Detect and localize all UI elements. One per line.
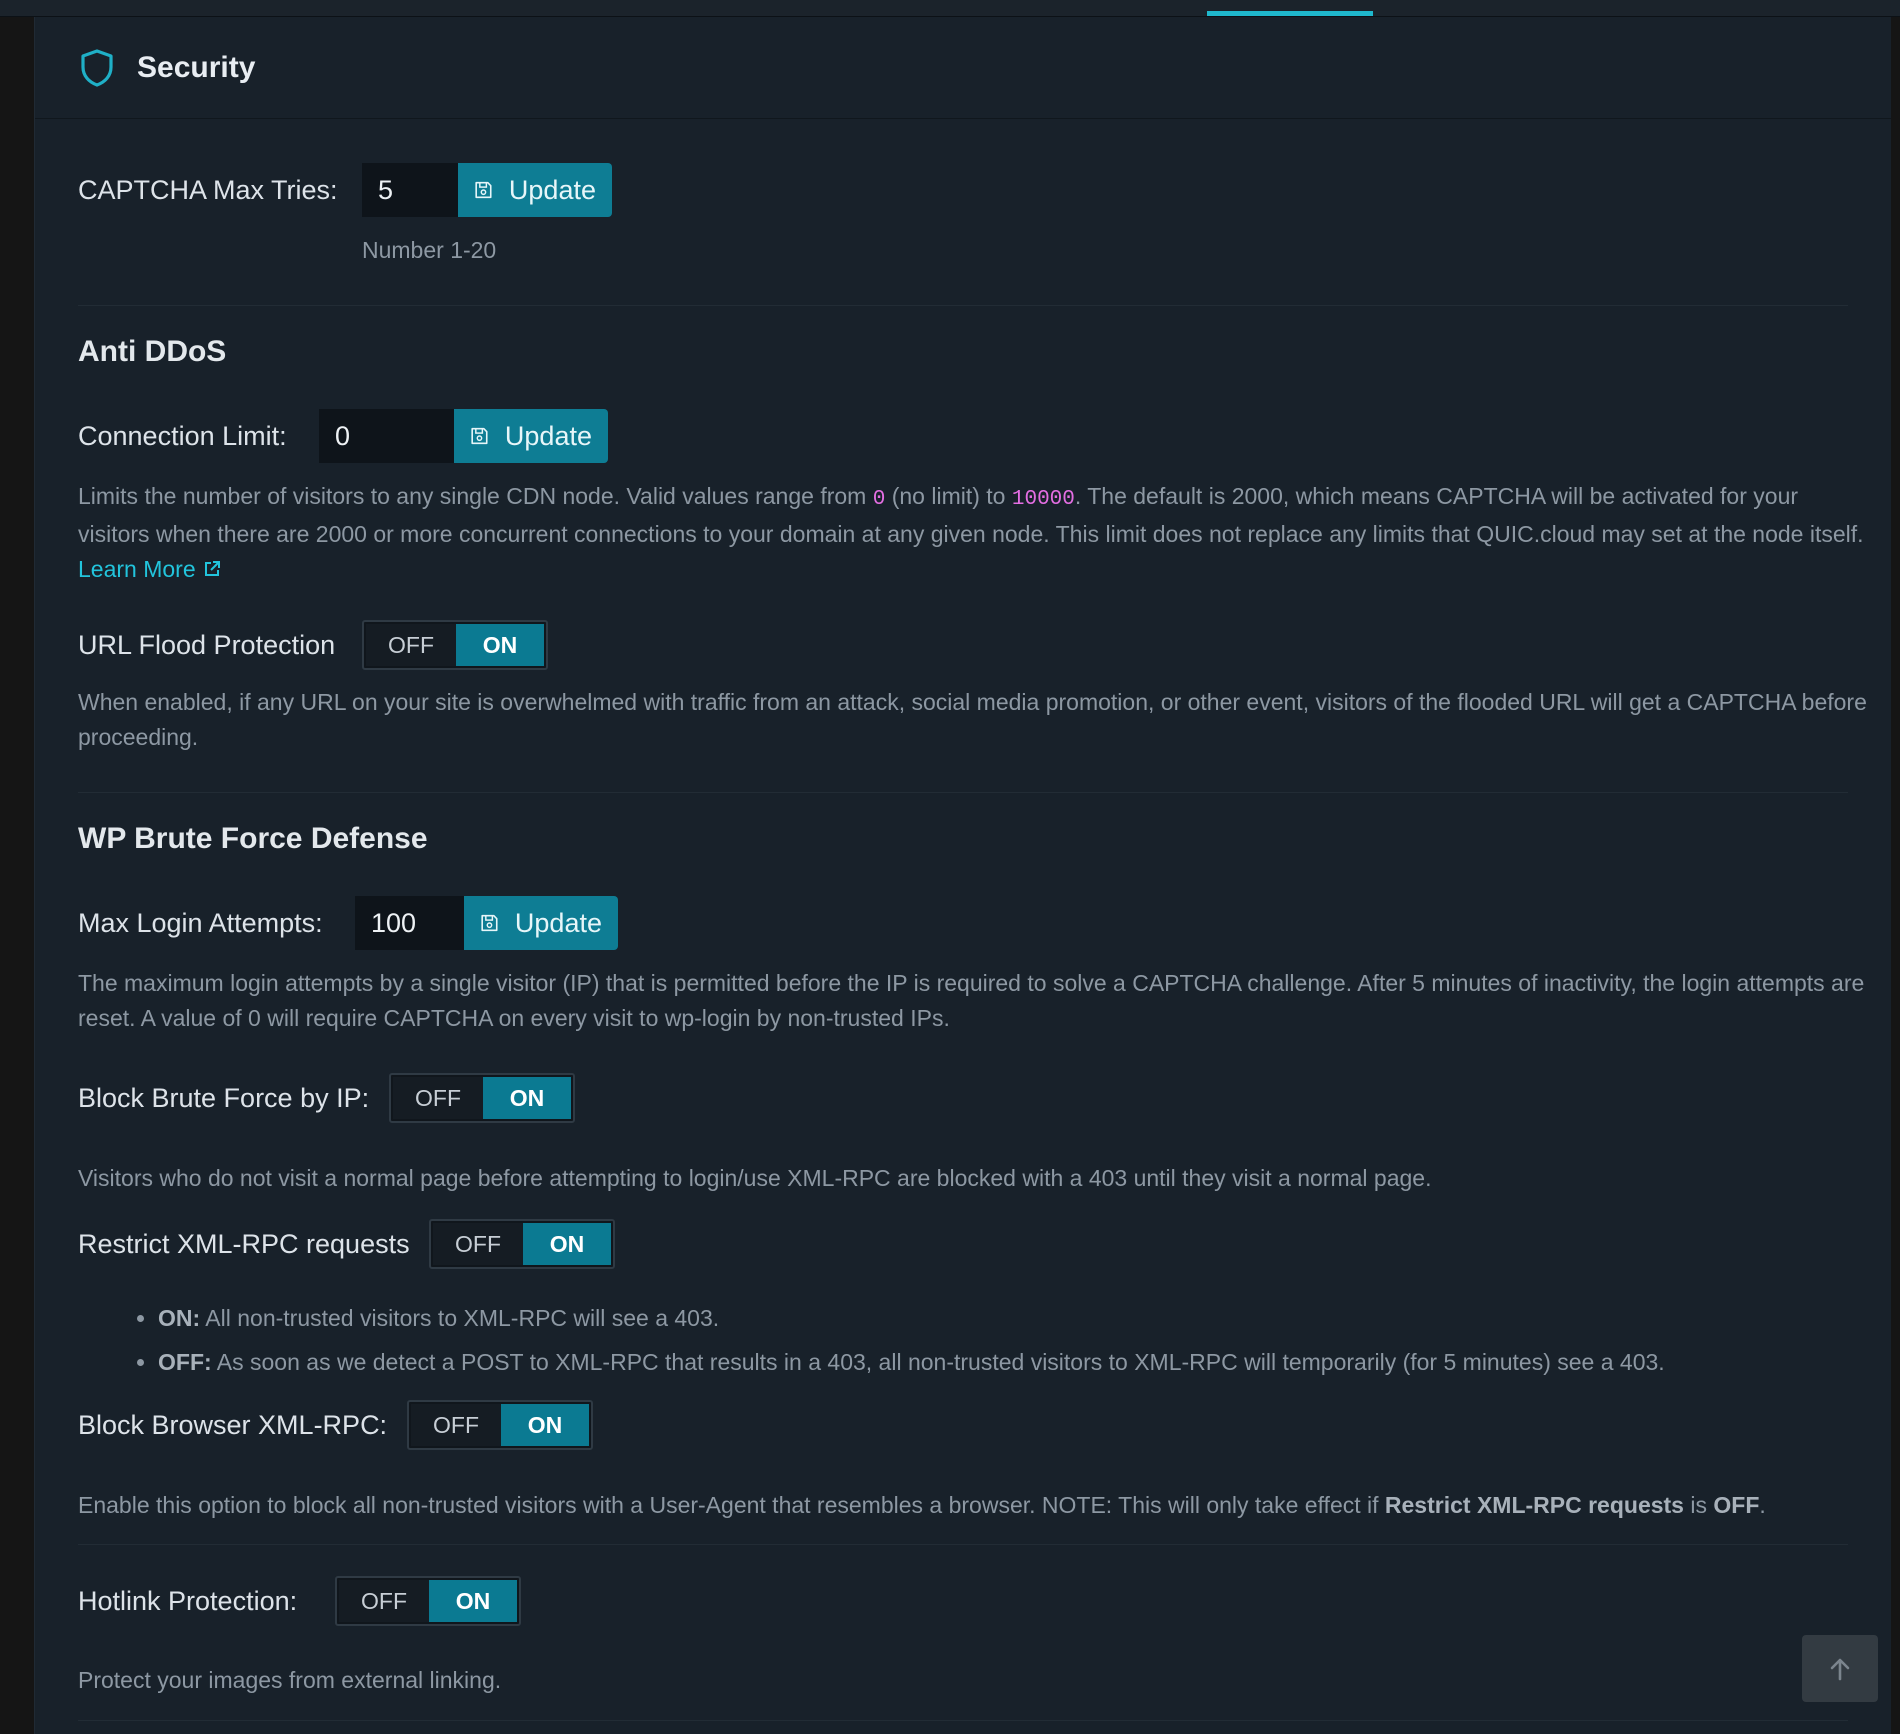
arrow-up-icon xyxy=(1830,1658,1850,1680)
section-divider xyxy=(78,1544,1848,1545)
restrict-xmlrpc-label: Restrict XML-RPC requests xyxy=(78,1228,410,1259)
restrict-xmlrpc-bullets: ON: All non-trusted visitors to XML-RPC … xyxy=(78,1296,1868,1384)
restrict-xmlrpc-toggle[interactable]: OFF ON xyxy=(429,1219,615,1269)
desc-text: (no limit) to xyxy=(885,483,1012,509)
toggle-off[interactable]: OFF xyxy=(339,1580,429,1622)
block-browser-xmlrpc-toggle[interactable]: OFF ON xyxy=(407,1400,593,1450)
bullet-text: As soon as we detect a POST to XML-RPC t… xyxy=(211,1349,1665,1375)
toggle-on[interactable]: ON xyxy=(523,1223,611,1265)
url-flood-row: URL Flood Protection OFF ON xyxy=(78,620,548,670)
save-icon xyxy=(471,427,488,445)
toggle-off[interactable]: OFF xyxy=(366,624,456,666)
list-item: ON: All non-trusted visitors to XML-RPC … xyxy=(158,1296,1868,1340)
max-login-update-button[interactable]: Update xyxy=(464,896,618,950)
connection-limit-row: Connection Limit: 0 Update xyxy=(78,409,608,463)
captcha-max-tries-input[interactable]: 5 xyxy=(362,163,458,217)
max-login-row: Max Login Attempts: 100 Update xyxy=(78,896,618,950)
block-browser-xmlrpc-row: Block Browser XML-RPC: OFF ON xyxy=(78,1400,593,1450)
security-panel: Security CAPTCHA Max Tries: 5 Update Num… xyxy=(34,17,1891,1734)
connection-limit-label: Connection Limit: xyxy=(78,420,287,451)
bullet-key: ON: xyxy=(158,1305,201,1331)
desc-text: Limits the number of visitors to any sin… xyxy=(78,483,873,509)
url-flood-label: URL Flood Protection xyxy=(78,629,336,660)
section-divider xyxy=(78,1720,1848,1721)
toggle-off[interactable]: OFF xyxy=(411,1404,501,1446)
toggle-on[interactable]: ON xyxy=(429,1580,517,1622)
save-icon xyxy=(475,181,492,199)
list-item: OFF: As soon as we detect a POST to XML-… xyxy=(158,1340,1868,1384)
captcha-row: CAPTCHA Max Tries: 5 Update xyxy=(78,163,612,217)
hotlink-row: Hotlink Protection: OFF ON xyxy=(78,1576,521,1626)
captcha-update-button[interactable]: Update xyxy=(458,163,612,217)
captcha-label: CAPTCHA Max Tries: xyxy=(78,174,338,205)
max-value-code: 10000 xyxy=(1011,488,1075,511)
min-value-code: 0 xyxy=(872,488,886,511)
desc-text: . xyxy=(1759,1492,1766,1518)
shield-icon xyxy=(81,48,113,87)
hotlink-desc: Protect your images from external linkin… xyxy=(78,1667,502,1693)
bullet-key: OFF: xyxy=(158,1349,212,1375)
desc-bold: OFF xyxy=(1713,1492,1760,1518)
desc-text: Enable this option to block all non-trus… xyxy=(78,1492,1385,1518)
connection-limit-desc: Limits the number of visitors to any sin… xyxy=(78,479,1868,587)
active-tab-indicator xyxy=(1207,11,1373,16)
toggle-on[interactable]: ON xyxy=(456,624,544,666)
update-label: Update xyxy=(514,907,602,938)
update-label: Update xyxy=(504,420,592,451)
top-nav-bar xyxy=(0,0,1900,17)
connection-limit-input[interactable]: 0 xyxy=(319,409,454,463)
external-link-icon xyxy=(205,561,221,576)
block-by-ip-desc: Visitors who do not visit a normal page … xyxy=(78,1165,1432,1191)
save-icon xyxy=(481,914,498,932)
update-label: Update xyxy=(508,174,596,205)
block-browser-xmlrpc-label: Block Browser XML-RPC: xyxy=(78,1409,388,1440)
toggle-off[interactable]: OFF xyxy=(393,1077,483,1119)
hotlink-toggle[interactable]: OFF ON xyxy=(335,1576,521,1626)
connection-limit-update-button[interactable]: Update xyxy=(454,409,608,463)
desc-bold: Restrict XML-RPC requests xyxy=(1384,1492,1684,1518)
block-by-ip-label: Block Brute Force by IP: xyxy=(78,1082,370,1113)
toggle-on[interactable]: ON xyxy=(483,1077,571,1119)
block-by-ip-row: Block Brute Force by IP: OFF ON xyxy=(78,1073,575,1123)
captcha-hint: Number 1-20 xyxy=(362,237,497,263)
brute-force-title: WP Brute Force Defense xyxy=(78,822,428,855)
toggle-on[interactable]: ON xyxy=(501,1404,589,1446)
max-login-label: Max Login Attempts: xyxy=(78,907,323,938)
toggle-off[interactable]: OFF xyxy=(433,1223,523,1265)
section-divider xyxy=(78,305,1848,306)
block-browser-xmlrpc-desc: Enable this option to block all non-trus… xyxy=(78,1488,1868,1523)
url-flood-toggle[interactable]: OFF ON xyxy=(362,620,548,670)
max-login-input[interactable]: 100 xyxy=(355,896,464,950)
desc-text: is xyxy=(1683,1492,1714,1518)
scroll-to-top-button[interactable] xyxy=(1802,1635,1878,1702)
bullet-text: All non-trusted visitors to XML-RPC will… xyxy=(200,1305,720,1331)
restrict-xmlrpc-row: Restrict XML-RPC requests OFF ON xyxy=(78,1219,615,1269)
block-by-ip-toggle[interactable]: OFF ON xyxy=(389,1073,575,1123)
max-login-desc: The maximum login attempts by a single v… xyxy=(78,970,1865,1031)
url-flood-desc: When enabled, if any URL on your site is… xyxy=(78,689,1867,750)
section-divider xyxy=(78,792,1848,793)
panel-header: Security xyxy=(35,17,1891,119)
hotlink-label: Hotlink Protection: xyxy=(78,1585,298,1616)
panel-title: Security xyxy=(137,50,256,84)
learn-more-label: Learn More xyxy=(78,556,196,582)
anti-ddos-title: Anti DDoS xyxy=(78,335,227,368)
learn-more-link[interactable]: Learn More xyxy=(78,556,222,582)
